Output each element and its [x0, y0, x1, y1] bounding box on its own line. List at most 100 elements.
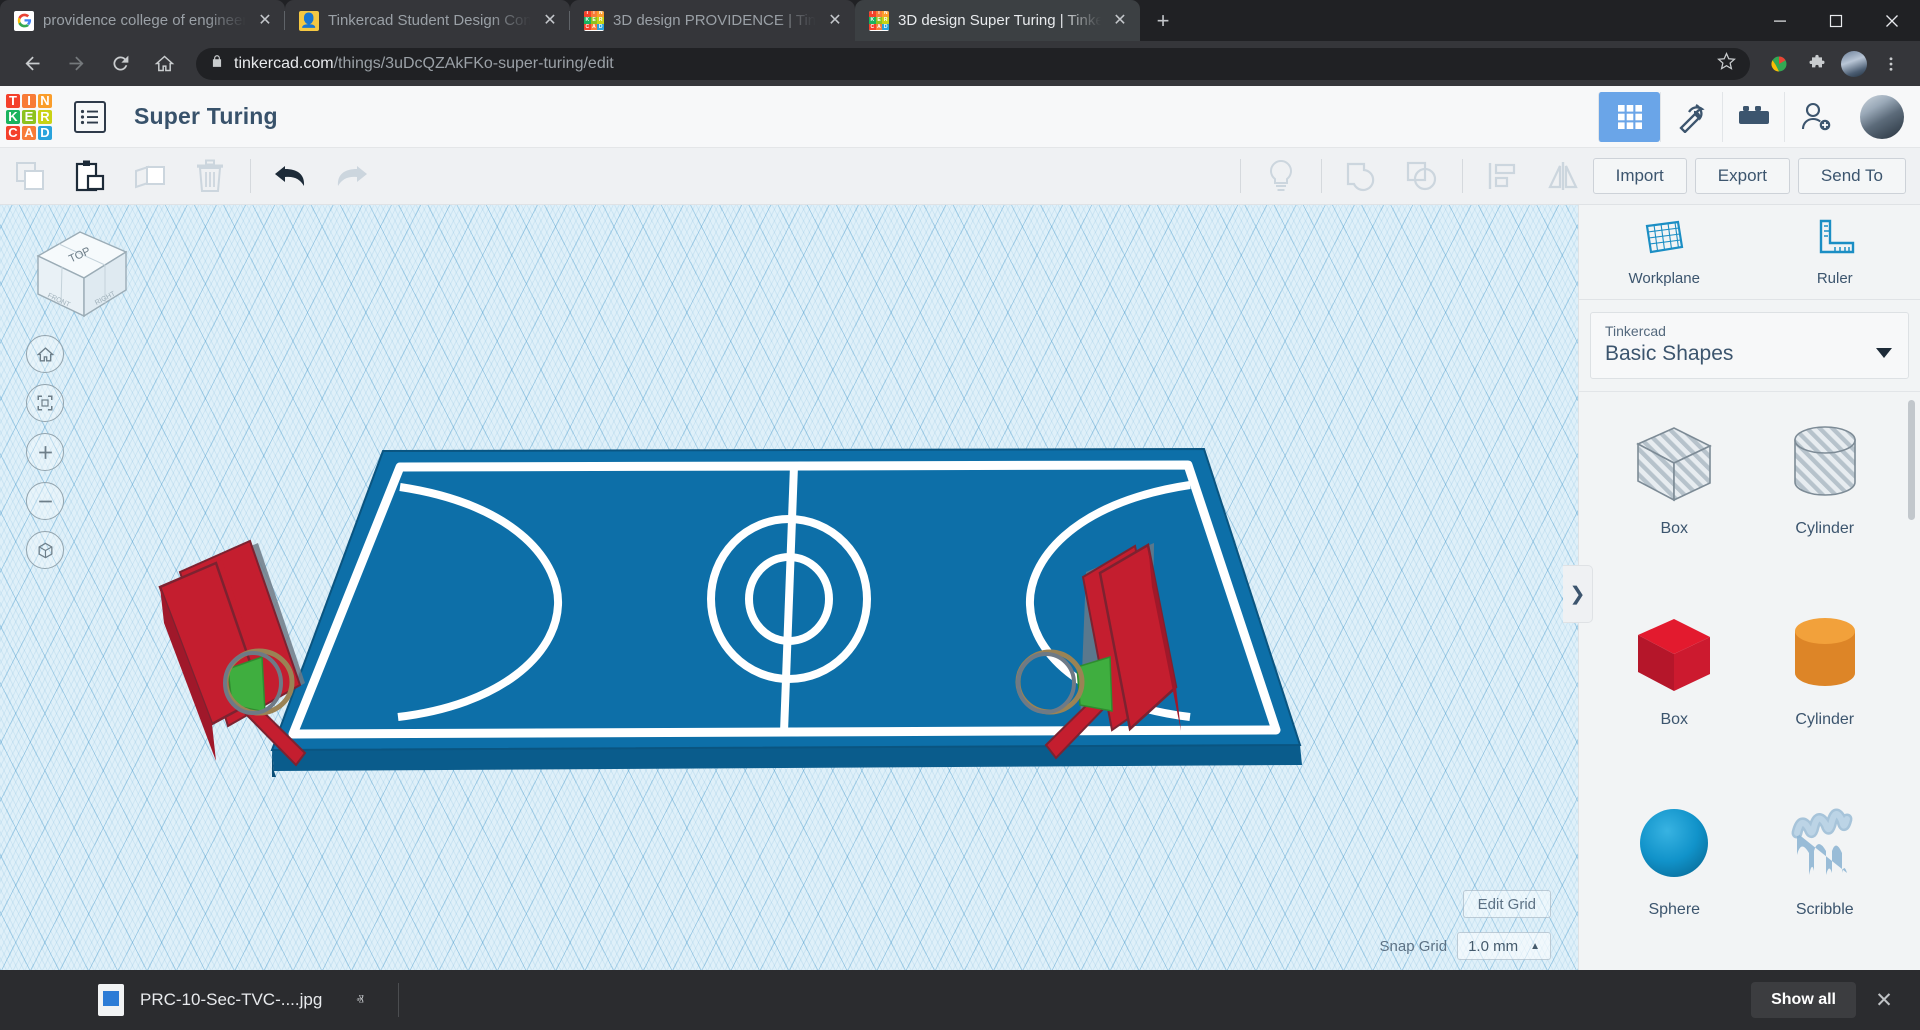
panel-collapse-toggle[interactable]: ❯: [1563, 565, 1593, 623]
library-name: Basic Shapes: [1605, 342, 1734, 365]
logo-cell-D: D: [38, 125, 52, 140]
import-button[interactable]: Import: [1592, 158, 1687, 194]
chrome-menu-icon[interactable]: [1876, 49, 1906, 79]
group-icon[interactable]: [1332, 154, 1392, 198]
export-button[interactable]: Export: [1694, 158, 1790, 194]
sphere-solid-icon: [1626, 795, 1722, 891]
download-file-name: PRC-10-Sec-TVC-....jpg: [140, 990, 323, 1009]
codeblocks-pickaxe-icon[interactable]: [1660, 91, 1722, 142]
browser-tab-2[interactable]: TIN KER CAD 3D design PROVIDENCE | Tinke…: [569, 0, 855, 41]
shape-library-select[interactable]: Tinkercad Basic Shapes: [1590, 312, 1909, 379]
edit-grid-button[interactable]: Edit Grid: [1462, 890, 1551, 918]
show-all-downloads-button[interactable]: Show all: [1751, 982, 1856, 1018]
undo-icon[interactable]: [261, 154, 321, 198]
maximize-icon[interactable]: [1808, 0, 1864, 41]
delete-trash-icon[interactable]: [180, 154, 240, 198]
toolbar-divider: [1320, 159, 1322, 193]
duplicate-icon[interactable]: [120, 154, 180, 198]
logo-cell-T: T: [6, 93, 20, 108]
close-icon[interactable]: ✕: [1866, 982, 1902, 1018]
brick-blocks-icon[interactable]: [1722, 91, 1784, 142]
logo-cell-A: A: [22, 125, 36, 140]
zoom-out-icon[interactable]: [26, 482, 64, 520]
zoom-in-icon[interactable]: [26, 433, 64, 471]
lightbulb-icon[interactable]: [1251, 154, 1311, 198]
left-hoop: [158, 539, 307, 767]
extension-puzzle-icon[interactable]: [1802, 49, 1832, 79]
page-title[interactable]: Super Turing: [134, 103, 278, 130]
send-to-button[interactable]: Send To: [1797, 158, 1906, 194]
image-file-icon: [98, 984, 124, 1016]
paste-icon[interactable]: [60, 154, 120, 198]
workplane-canvas[interactable]: TOP FRONT RIGHT Edit Grid Snap Grid 1.0 …: [0, 205, 1578, 970]
library-category: Tinkercad: [1605, 323, 1666, 339]
view-cube[interactable]: TOP FRONT RIGHT: [22, 220, 140, 330]
ruler-label: Ruler: [1816, 270, 1853, 287]
profile-avatar[interactable]: [1841, 50, 1867, 77]
shapes-panel: Workplane Ruler Tinkercad Basic Shapes B…: [1578, 205, 1920, 970]
home-view-icon[interactable]: [26, 335, 64, 373]
ungroup-icon[interactable]: [1392, 154, 1452, 198]
box-hole-icon: [1626, 414, 1722, 510]
file-actions: Import Export Send To: [1592, 158, 1920, 194]
url-domain: tinkercad.com: [234, 54, 334, 72]
minimize-icon[interactable]: [1752, 0, 1808, 41]
back-icon[interactable]: [14, 46, 50, 82]
download-item[interactable]: PRC-10-Sec-TVC-....jpg ⱏ: [18, 984, 364, 1016]
shape-item-cylinder-hole[interactable]: Cylinder: [1750, 414, 1901, 589]
mirror-icon[interactable]: [1533, 154, 1593, 198]
browser-tab-0[interactable]: providence college of engineering ✕: [0, 0, 285, 41]
logo-cell-R: R: [38, 109, 52, 124]
project-list-button[interactable]: [74, 100, 106, 133]
browser-tab-title: 3D design PROVIDENCE | Tinkercad: [613, 12, 816, 29]
snap-grid-select[interactable]: 1.0 mm ▲: [1457, 932, 1551, 960]
new-tab-button[interactable]: +: [1146, 4, 1180, 38]
close-icon[interactable]: ✕: [255, 11, 275, 31]
ruler-tool[interactable]: Ruler: [1750, 205, 1920, 299]
close-icon[interactable]: ✕: [540, 11, 560, 31]
logo-cell-K: K: [6, 109, 20, 124]
fit-to-view-icon[interactable]: [26, 384, 64, 422]
close-window-icon[interactable]: [1864, 0, 1920, 41]
shape-item-scribble[interactable]: Scribble: [1750, 795, 1901, 970]
cylinder-hole-icon: [1777, 414, 1873, 510]
edit-toolbar: Import Export Send To: [0, 148, 1920, 205]
close-icon[interactable]: ✕: [1110, 11, 1130, 31]
perspective-toggle-icon[interactable]: [26, 531, 64, 569]
invite-person-icon[interactable]: [1784, 91, 1846, 142]
address-bar[interactable]: tinkercad.com/things/3uDcQZAkFKo-super-t…: [196, 47, 1750, 80]
reload-icon[interactable]: [102, 46, 138, 82]
browser-tab-3-active[interactable]: TIN KER CAD 3D design Super Turing | Tin…: [855, 0, 1140, 41]
shapes-grid-wrapper[interactable]: Box Cylinder Box Cylinder Sphere Scribbl…: [1579, 391, 1920, 970]
avatar[interactable]: [1860, 94, 1904, 139]
basketball-court-model[interactable]: [0, 205, 1578, 970]
shape-item-cylinder-solid[interactable]: Cylinder: [1750, 605, 1901, 780]
browser-tab-1[interactable]: 👤 Tinkercad Student Design Contest ✕: [284, 0, 570, 41]
close-icon[interactable]: ✕: [825, 11, 845, 31]
grid-gallery-icon[interactable]: [1598, 91, 1660, 142]
browser-window: providence college of engineering ✕ 👤 Ti…: [0, 0, 1920, 1030]
workplane-tool[interactable]: Workplane: [1579, 205, 1750, 299]
shape-label: Sphere: [1648, 901, 1701, 919]
shape-label: Box: [1660, 710, 1689, 728]
downloads-divider: [397, 983, 399, 1017]
copy-icon[interactable]: [0, 154, 60, 198]
tinkercad-header: T I N K E R C A D Super Turing: [0, 86, 1920, 148]
ruler-icon: [1813, 217, 1857, 262]
chevron-up-icon[interactable]: ⱏ: [356, 992, 363, 1009]
bookmark-star-icon[interactable]: [1717, 51, 1736, 76]
shape-item-sphere[interactable]: Sphere: [1599, 795, 1750, 970]
shape-item-box-solid[interactable]: Box: [1599, 605, 1750, 780]
contest-icon: 👤: [299, 10, 319, 31]
tinkercad-logo[interactable]: T I N K E R C A D: [6, 93, 52, 140]
align-icon[interactable]: [1473, 154, 1533, 198]
browser-color-icon[interactable]: [1764, 49, 1794, 79]
header-actions: [1598, 86, 1920, 148]
forward-icon[interactable]: [58, 46, 94, 82]
shape-item-box-hole[interactable]: Box: [1599, 414, 1750, 589]
shapes-scrollbar[interactable]: [1908, 400, 1915, 520]
redo-icon[interactable]: [321, 154, 381, 198]
home-icon[interactable]: [146, 46, 182, 82]
logo-cell-N: N: [38, 93, 52, 108]
browser-tab-title: 3D design Super Turing | Tinkercad: [898, 12, 1101, 29]
